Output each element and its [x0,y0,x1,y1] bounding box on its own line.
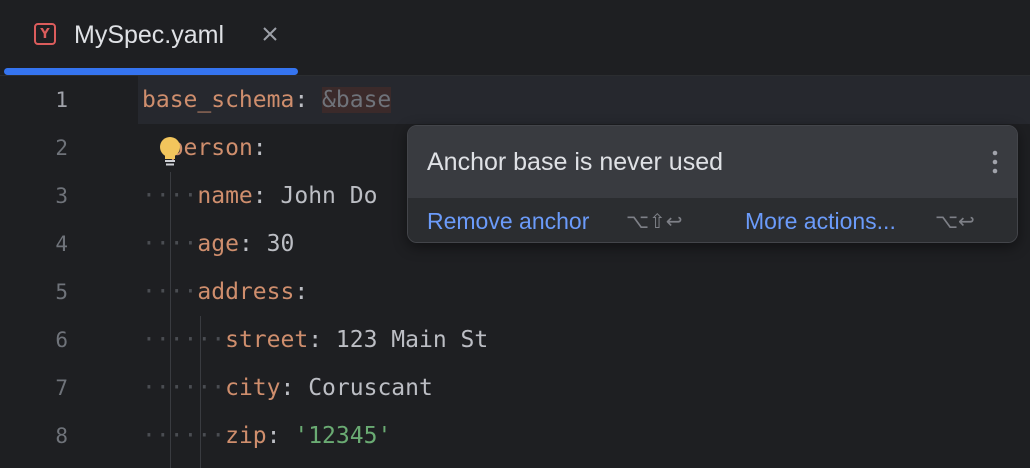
yaml-string-value: '12345' [294,423,392,449]
indent-dots: ······ [142,423,226,449]
more-actions-link[interactable]: More actions... [745,206,896,236]
yaml-file-icon: Y [34,23,56,45]
yaml-key: address [197,279,295,305]
code-line: ····name: John Do [142,172,377,220]
more-actions-shortcut: ⌥↩ [935,209,975,233]
inspection-popup: Anchor base is never used Remove anchor … [407,125,1018,243]
yaml-colon: : [308,327,323,353]
yaml-value: Coruscant [308,375,433,401]
indent-dots: ······ [142,375,226,401]
yaml-colon: : [294,87,309,113]
remove-anchor-shortcut: ⌥⇧↩ [626,209,683,233]
inspection-message: Anchor base is never used [427,148,724,176]
yaml-colon: : [238,231,253,257]
yaml-colon: : [266,423,281,449]
code-line: ····age: 30 [142,220,294,268]
yaml-value: John Do [280,183,378,209]
yaml-key: city [225,375,281,401]
code-line: ····address: [142,268,308,316]
code-line: ······street: 123 Main St [142,316,488,364]
code-line: ······city: Coruscant [142,364,433,412]
yaml-key: zip [225,423,267,449]
code-line: base_schema: &base [142,76,392,124]
remove-anchor-link[interactable]: Remove anchor [427,206,589,236]
code-line: ······zip: '12345' [142,412,391,460]
yaml-value: 123 Main St [335,327,489,353]
yaml-key: name [197,183,253,209]
yaml-colon: : [294,279,309,305]
yaml-value: 30 [266,231,295,257]
indent-dots: ······ [142,327,226,353]
more-vertical-icon[interactable] [985,145,1005,179]
indent-dots: ···· [142,231,198,257]
active-tab-indicator [4,68,298,75]
line-number: 7 [55,376,68,400]
popup-header: Anchor base is never used [408,126,1017,198]
yaml-key: base_schema [142,87,295,113]
line-number: 2 [55,136,68,160]
line-number: 6 [55,328,68,352]
yaml-colon: : [252,135,267,161]
tab-title: MySpec.yaml [74,21,225,49]
line-number: 5 [55,280,68,304]
indent-dots: ···· [142,279,198,305]
close-icon[interactable] [260,22,280,46]
yaml-key: age [197,231,239,257]
yaml-colon: : [280,375,295,401]
line-number: 3 [55,184,68,208]
line-number: 4 [55,232,68,256]
editor-tab-bar: Y MySpec.yaml [0,0,1030,76]
indent-dots: ···· [142,183,198,209]
yaml-key: street [225,327,309,353]
tab-myspec-yaml[interactable]: Y MySpec.yaml [4,0,298,75]
line-number: 8 [55,424,68,448]
popup-actions: Remove anchor ⌥⇧↩ More actions... ⌥↩ [408,198,1017,242]
lightbulb-icon[interactable] [156,135,184,169]
yaml-anchor[interactable]: &base [322,87,392,113]
line-number-gutter: 1 2 3 4 5 6 7 8 [0,76,138,468]
yaml-colon: : [252,183,267,209]
line-number: 1 [55,88,68,112]
